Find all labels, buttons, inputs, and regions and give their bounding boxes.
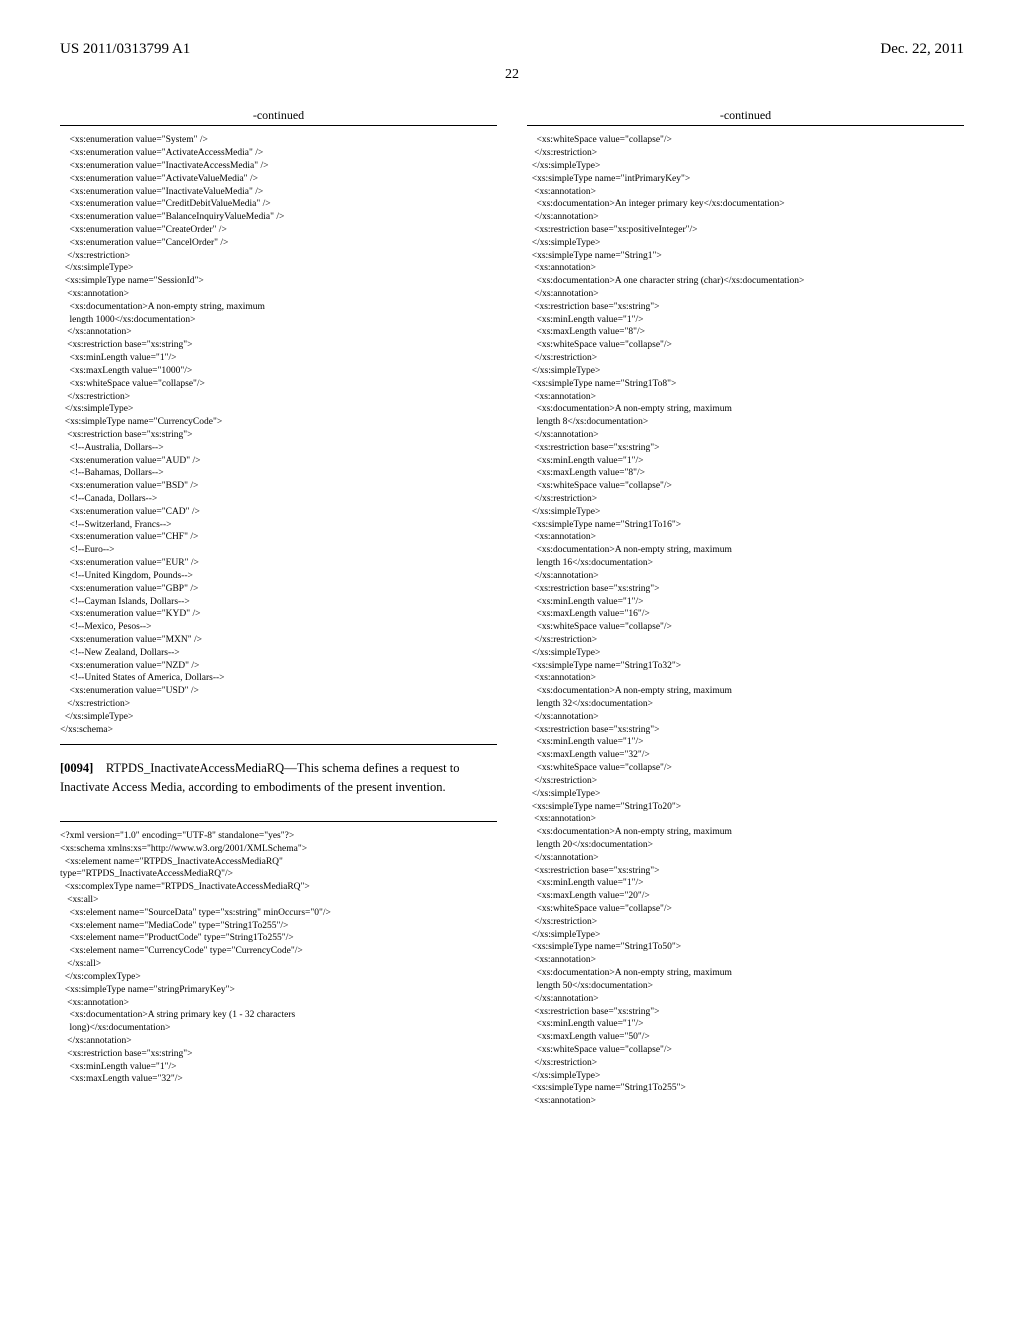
page-number: 22 bbox=[60, 66, 964, 84]
rule bbox=[60, 744, 497, 745]
paragraph-number: [0094] bbox=[60, 761, 93, 775]
page-header: US 2011/0313799 A1 Dec. 22, 2011 bbox=[60, 40, 964, 60]
publication-date: Dec. 22, 2011 bbox=[880, 40, 964, 60]
rule bbox=[60, 821, 497, 822]
code-block-3: <xs:whiteSpace value="collapse"/> </xs:r… bbox=[527, 134, 964, 1108]
continued-label-right: -continued bbox=[527, 108, 964, 127]
left-column: -continued <xs:enumeration value="System… bbox=[60, 108, 497, 1108]
code-block-2: <?xml version="1.0" encoding="UTF-8" sta… bbox=[60, 830, 497, 1086]
code-block-1: <xs:enumeration value="System" /> <xs:en… bbox=[60, 134, 497, 736]
paragraph-0094: [0094] RTPDS_InactivateAccessMediaRQ—Thi… bbox=[60, 759, 497, 797]
continued-label-left: -continued bbox=[60, 108, 497, 127]
publication-number: US 2011/0313799 A1 bbox=[60, 40, 190, 60]
paragraph-text: RTPDS_InactivateAccessMediaRQ—This schem… bbox=[60, 761, 460, 794]
right-column: -continued <xs:whiteSpace value="collaps… bbox=[527, 108, 964, 1108]
content-columns: -continued <xs:enumeration value="System… bbox=[60, 108, 964, 1108]
